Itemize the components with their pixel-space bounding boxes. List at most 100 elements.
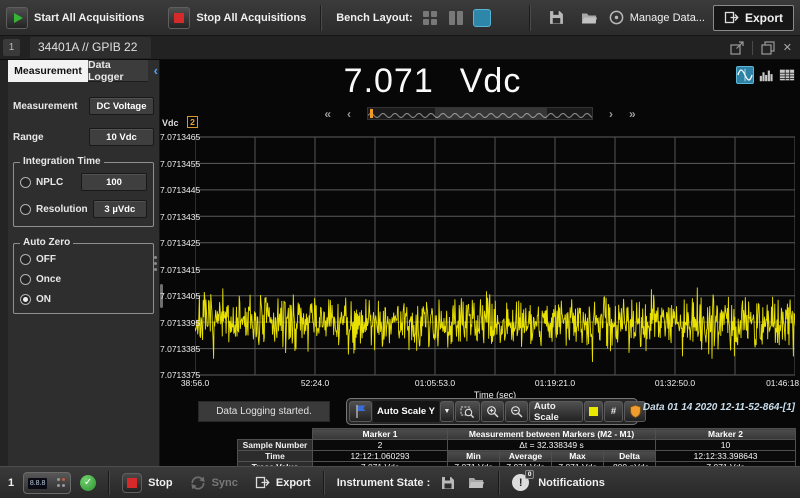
x-tick: 38:56.0 (181, 378, 209, 388)
max-header: Max (552, 451, 604, 462)
notifications-label: Notifications (538, 477, 605, 489)
auto-zero-once-radio[interactable] (20, 274, 31, 285)
marker-flag-button[interactable] (349, 401, 372, 422)
nplc-radio[interactable] (20, 177, 31, 188)
tab-data-logger[interactable]: Data Logger (88, 60, 148, 82)
start-all-label: Start All Acquisitions (34, 12, 144, 24)
average-header: Average (500, 451, 552, 462)
layout-split-icon[interactable] (447, 9, 465, 27)
pan-window[interactable] (435, 108, 547, 119)
toolbar-separator (320, 5, 322, 31)
nplc-input[interactable]: 100 (81, 173, 147, 191)
sync-icon (190, 475, 206, 491)
auto-zero-off-radio[interactable] (20, 254, 31, 265)
x-tick: 01:46:18.0 (766, 378, 800, 388)
flag-icon (354, 404, 367, 419)
export-state-button[interactable]: Export (255, 475, 311, 490)
pan-position-marker (370, 109, 373, 118)
trace-color-button[interactable] (584, 401, 603, 422)
instrument-tab[interactable]: 34401A // GPIB 22 (30, 37, 151, 58)
y-tick: 7.0713415 (160, 265, 193, 275)
instrument-thumbnail[interactable]: 8.8.8 (23, 472, 71, 494)
pan-last-icon[interactable]: » (629, 108, 636, 120)
zoom-out-button[interactable] (505, 401, 528, 422)
y-tick: 7.0713435 (160, 212, 193, 222)
trace-number-flag[interactable]: 2 (187, 116, 198, 128)
resolution-value[interactable]: 3 µVdc (93, 200, 147, 218)
export-label: Export (276, 477, 311, 489)
stop-button[interactable]: Stop (122, 473, 172, 493)
y-tick: 7.0713395 (160, 318, 193, 328)
pan-prev-icon[interactable]: ‹ (347, 108, 351, 120)
time-m1-value: 12:12:1.060293 (313, 451, 448, 462)
open-folder-icon[interactable] (577, 6, 601, 30)
instrument-index: 1 (8, 477, 14, 489)
pop-out-icon[interactable] (730, 41, 744, 55)
shield-icon (629, 404, 642, 419)
save-state-icon[interactable] (439, 471, 457, 495)
stop-all-acquisitions-button[interactable]: Stop All Acquisitions (168, 7, 306, 29)
load-state-icon[interactable] (466, 471, 486, 495)
export-button[interactable]: Export (713, 5, 794, 31)
measurement-select[interactable]: DC Voltage (89, 97, 154, 115)
sample-m2-value: 10 (656, 440, 796, 451)
histogram-view-button[interactable] (757, 66, 775, 84)
layout-grid-icon[interactable] (421, 9, 439, 27)
notification-count-badge: 0 (525, 470, 534, 479)
y-tick: 7.0713445 (160, 185, 193, 195)
chevron-down-icon: ▼ (444, 408, 451, 415)
delta-t-value: Δt = 32.338349 s (448, 440, 656, 451)
pan-scrollbar[interactable] (367, 107, 593, 120)
range-select[interactable]: 10 Vdc (89, 128, 154, 146)
statusbar-separator (498, 471, 500, 495)
table-view-button[interactable] (778, 66, 796, 84)
manage-data-button[interactable]: Manage Data... (609, 10, 705, 25)
chart-toolbar: Auto Scale Y ▼ Auto Scale # (346, 398, 638, 425)
tab-measurement[interactable]: Measurement (8, 60, 88, 82)
sync-button[interactable]: Sync (190, 475, 238, 491)
auto-zero-on-radio[interactable] (20, 294, 31, 305)
zoom-in-button[interactable] (481, 401, 504, 422)
reading-value: 7.071 (344, 62, 434, 100)
collapse-panel-icon[interactable]: ‹ (154, 63, 158, 78)
main-toolbar: Start All Acquisitions Stop All Acquisit… (0, 0, 800, 36)
connected-check-icon: ✓ (80, 475, 96, 491)
auto-zero-on-label: ON (36, 294, 51, 305)
autoscale-y-dropdown-button[interactable]: ▼ (440, 401, 454, 422)
save-icon[interactable] (545, 6, 569, 30)
stop-label: Stop (148, 477, 172, 489)
autoscale-label: Auto Scale (530, 401, 582, 423)
min-header: Min (448, 451, 500, 462)
table-row: Sample Number 2 Δt = 32.338349 s 10 (238, 440, 796, 451)
data-logger-view: 7.071Vdc « ‹ › » Vdc 2 7.0713465 7.07134… (160, 60, 800, 466)
chart-plot[interactable] (195, 130, 795, 377)
autoscale-button[interactable]: Auto Scale (529, 401, 583, 422)
measurement-panel: Measurement Data Logger ‹ Measurement DC… (8, 60, 160, 466)
autoscale-y-select[interactable]: Auto Scale Y (373, 401, 439, 422)
manage-data-label: Manage Data... (630, 12, 705, 24)
y-tick: 7.0713465 (160, 132, 193, 142)
trace-view-button[interactable] (736, 66, 754, 84)
pan-first-icon[interactable]: « (324, 108, 331, 120)
disc-icon (609, 10, 624, 25)
auto-zero-off-label: OFF (36, 254, 56, 265)
resolution-radio[interactable] (20, 204, 31, 215)
layout-single-icon[interactable] (473, 9, 491, 27)
reading-unit: Vdc (460, 62, 522, 100)
start-all-acquisitions-button[interactable]: Start All Acquisitions (6, 7, 144, 29)
close-icon[interactable]: ✕ (783, 41, 792, 54)
export-label: Export (745, 11, 783, 25)
integration-time-group: Integration Time NPLC 100 Resolution 3 µ… (13, 162, 154, 227)
notifications-icon[interactable]: ! 0 (512, 474, 529, 491)
sample-number-button[interactable]: # (604, 401, 623, 422)
zoom-region-button[interactable] (455, 401, 480, 422)
panel-splitter-handle[interactable] (154, 256, 157, 271)
x-tick: 01:32:50.0 (655, 378, 695, 388)
auto-zero-title: Auto Zero (20, 237, 73, 248)
histogram-icon (758, 67, 774, 83)
pan-next-icon[interactable]: › (609, 108, 613, 120)
instrument-tab-bar: 1 34401A // GPIB 22 ✕ (0, 36, 800, 60)
export-icon (255, 475, 270, 490)
logging-status-message: Data Logging started. (198, 401, 330, 422)
restore-window-icon[interactable] (761, 41, 775, 55)
